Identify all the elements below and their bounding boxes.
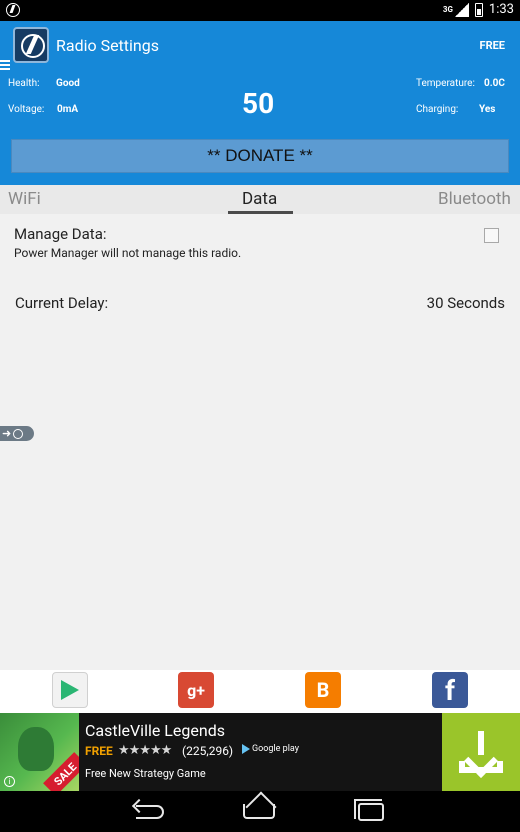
arrow-right-icon: ➜ — [2, 427, 12, 440]
temperature-value: 0.0C — [484, 78, 505, 89]
voltage-label: Voltage: — [8, 104, 45, 115]
clock-time: 1:33 — [488, 2, 514, 17]
rating-count: (225,296) — [182, 744, 234, 758]
play-store-icon[interactable] — [52, 672, 88, 708]
health-label: Health: — [8, 78, 40, 89]
battery-level-value: 50 — [242, 87, 275, 120]
menu-icon[interactable] — [0, 60, 10, 70]
manage-data-checkbox[interactable] — [484, 228, 499, 243]
status-icons: 3G 1:33 — [443, 2, 514, 17]
google-plus-icon[interactable]: g+ — [178, 672, 214, 708]
power-manager-notification-icon — [6, 3, 20, 17]
sale-badge: SALE — [43, 752, 79, 791]
social-links-bar: g+ B f — [0, 670, 520, 713]
charging-label: Charging: — [416, 104, 459, 115]
app-header: Radio Settings FREE Health: Good Voltage… — [0, 21, 520, 185]
home-icon[interactable] — [243, 804, 275, 819]
charging-value: Yes — [479, 104, 496, 115]
signal-icon — [454, 2, 469, 17]
power-manager-logo[interactable] — [13, 27, 49, 63]
facebook-icon[interactable]: f — [432, 672, 468, 708]
battery-icon — [474, 2, 483, 17]
tab-wifi[interactable]: WiFi — [8, 189, 41, 209]
active-tab-indicator — [228, 211, 293, 214]
manage-data-description: Power Manager will not manage this radio… — [14, 246, 242, 260]
voltage-value: 0mA — [57, 104, 79, 115]
recent-apps-icon[interactable] — [354, 799, 384, 821]
advertisement-banner[interactable]: SALE i CastleVille Legends FREE ★★★★★ (2… — [0, 713, 520, 791]
power-icon — [13, 428, 24, 439]
download-icon — [459, 731, 503, 778]
ad-subtitle: Free New Strategy Game — [85, 767, 206, 780]
ad-info-icon[interactable]: i — [4, 776, 15, 787]
system-navigation-bar — [0, 791, 520, 832]
free-label: FREE — [479, 39, 505, 52]
google-play-logo: Google play — [242, 744, 299, 754]
network-type-label: 3G — [442, 4, 453, 14]
status-bar: 3G 1:33 — [0, 0, 520, 21]
page-title: Radio Settings — [56, 36, 159, 55]
temperature-label: Temperature: — [416, 78, 475, 89]
side-drawer-handle[interactable]: ➜ — [0, 426, 34, 441]
blogger-icon[interactable]: B — [305, 672, 341, 708]
manage-data-label: Manage Data: — [14, 225, 107, 243]
castleville-game-image[interactable]: SALE i — [0, 713, 79, 791]
ad-title[interactable]: CastleVille Legends — [85, 721, 225, 740]
donate-button[interactable]: ** DONATE ** — [11, 139, 509, 173]
tab-data[interactable]: Data — [242, 189, 277, 209]
ad-price-label: FREE — [85, 744, 113, 758]
health-value: Good — [56, 78, 80, 89]
rating-stars-icon: ★★★★★ — [118, 743, 172, 758]
download-button[interactable] — [442, 713, 520, 791]
radio-tabs: WiFi Data Bluetooth — [0, 185, 520, 214]
current-delay-label: Current Delay: — [15, 294, 109, 312]
back-icon[interactable] — [136, 805, 164, 819]
tab-bluetooth[interactable]: Bluetooth — [438, 189, 511, 209]
current-delay-value[interactable]: 30 Seconds — [427, 294, 505, 312]
